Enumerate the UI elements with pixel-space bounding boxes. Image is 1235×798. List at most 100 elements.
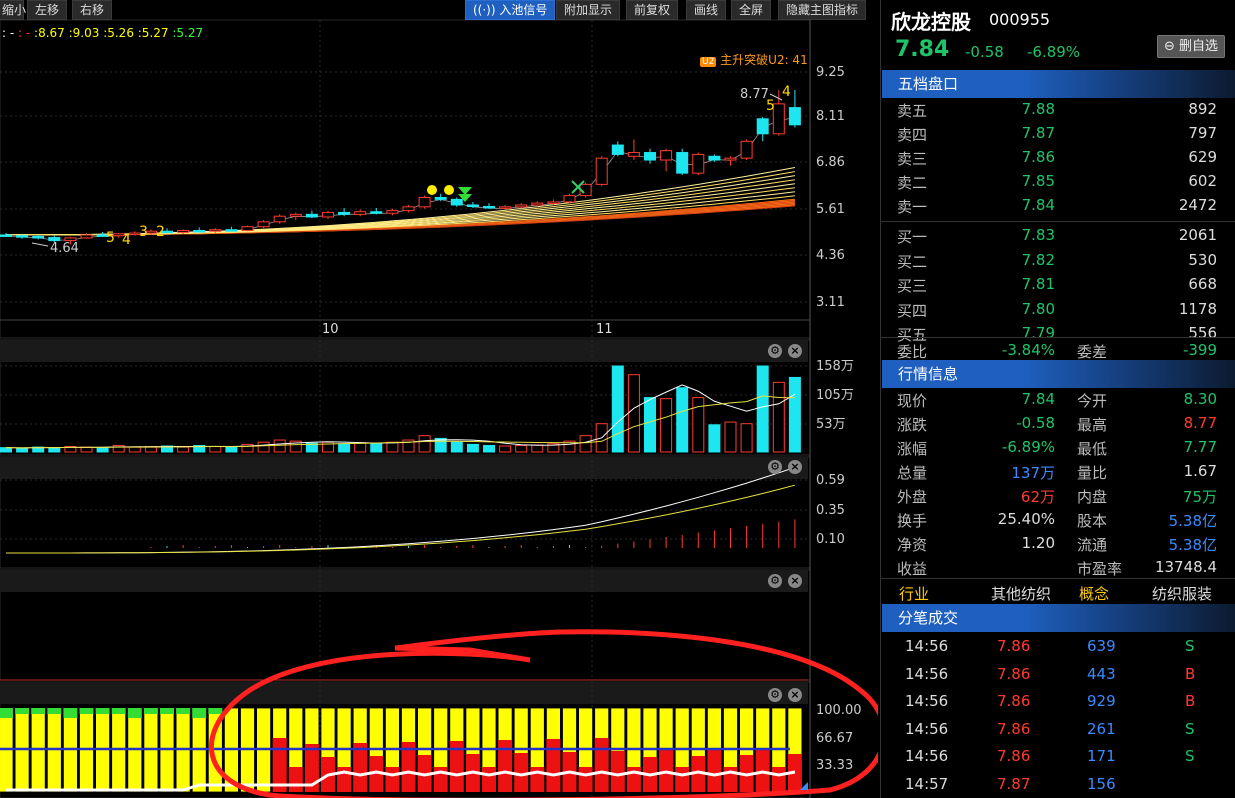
- sequence-number: 2: [156, 224, 165, 240]
- stock-app: { "toolbar":{ "left":["缩小","左移","右移"], "…: [0, 0, 1235, 798]
- candle: [32, 235, 45, 239]
- indicator-column-fill: [288, 767, 303, 792]
- quote-label: 最低: [1077, 440, 1108, 458]
- settings-icon[interactable]: ⚙: [768, 688, 782, 702]
- current-price: 7.84: [895, 37, 950, 62]
- ask-row: 卖五 7.88 892: [881, 98, 1235, 122]
- bid-row: 买三 7.81 668: [881, 273, 1235, 297]
- signal-dot-icon: [427, 185, 437, 195]
- move-left-button[interactable]: 左移: [27, 0, 68, 20]
- close-icon[interactable]: ×: [788, 574, 802, 588]
- indicator-column-top: [95, 708, 110, 714]
- low-price-label: 4.64: [50, 241, 79, 256]
- ask-row: 卖二 7.85 602: [881, 170, 1235, 194]
- ma-legend: : - : - :8.67 :9.03 :5.26 :5.27 :5.27: [2, 26, 203, 40]
- volume-bar: [708, 424, 721, 453]
- bid-row: 买二 7.82 530: [881, 249, 1235, 273]
- volume-bar: [96, 447, 109, 453]
- tick-time: 14:56: [905, 664, 949, 683]
- quote-value: 7.84: [1021, 390, 1055, 408]
- volume-bar: [273, 439, 286, 453]
- ma-legend-item: :8.67: [34, 26, 69, 40]
- concept-value[interactable]: 纺织服装: [1152, 583, 1212, 604]
- volume-bar: [660, 398, 673, 453]
- indicator-column-top: [0, 708, 13, 718]
- weicha-value: -399: [1182, 341, 1217, 359]
- tick-row: 14:56 7.86 639 S: [881, 635, 1235, 659]
- close-icon[interactable]: ×: [788, 688, 802, 702]
- tick-row: 14:56 7.86 443 B: [881, 663, 1235, 687]
- indicator-column-top: [31, 708, 46, 714]
- candle: [80, 234, 93, 239]
- quote-row: 涨跌 -0.58 最高 8.77: [881, 412, 1235, 436]
- candle: [563, 195, 576, 203]
- indicator-tick-label: 33.33: [816, 758, 853, 773]
- price-change: -0.58: [965, 43, 1004, 61]
- book-price: 7.85: [1021, 172, 1055, 190]
- quote-label: 最高: [1077, 416, 1108, 434]
- remove-watchlist-button[interactable]: ⊖ 删自选: [1157, 35, 1225, 58]
- draw-line-button[interactable]: 画线: [686, 0, 727, 20]
- price-tick-label: 9.25: [816, 65, 845, 80]
- tick-volume: 929: [1087, 692, 1116, 710]
- stock-name: 欣龙控股: [891, 10, 971, 34]
- tick-row: 14:57 7.87 156: [881, 773, 1235, 797]
- indicator-column-top: [79, 708, 94, 714]
- book-label: 卖五: [897, 102, 928, 120]
- quote-panel: 欣龙控股 000955 7.84 -0.58 -6.89% ⊖ 删自选 五档盘口…: [880, 0, 1235, 798]
- indicator-tick-label: 0.59: [816, 473, 845, 488]
- quote-row: 外盘 62万 内盘 75万: [881, 484, 1235, 508]
- candle: [338, 211, 351, 215]
- indicator-column-top: [15, 708, 30, 714]
- tick-volume: 171: [1087, 747, 1116, 765]
- volume-tick-label: 158万: [816, 359, 854, 374]
- candle: [531, 202, 544, 206]
- candle: [305, 213, 318, 218]
- close-icon[interactable]: ×: [788, 344, 802, 358]
- candle: [724, 157, 737, 161]
- settings-icon[interactable]: ⚙: [768, 344, 782, 358]
- quote-label: 量比: [1077, 464, 1108, 482]
- panel-title-bar: [0, 457, 808, 479]
- book-price: 7.81: [1021, 275, 1055, 293]
- quote-label: 换手: [897, 512, 928, 530]
- remove-watchlist-label: 删自选: [1179, 39, 1219, 54]
- close-icon[interactable]: ×: [788, 460, 802, 474]
- quote-label: 收益: [897, 560, 928, 578]
- quote-label: 总量: [897, 464, 928, 482]
- sequence-number: 5: [766, 98, 775, 114]
- book-label: 买四: [897, 301, 928, 320]
- forward-adjust-button[interactable]: 前复权: [626, 0, 679, 20]
- settings-icon[interactable]: ⚙: [768, 574, 782, 588]
- book-label: 买二: [897, 252, 928, 271]
- pool-signal-button[interactable]: ((·)) 入池信号: [465, 0, 556, 20]
- zoom-out-button[interactable]: 缩小: [0, 0, 26, 20]
- book-price: 7.83: [1021, 226, 1055, 244]
- volume-bar: [48, 447, 61, 453]
- fullscreen-button[interactable]: 全屏: [731, 0, 772, 20]
- industry-concept-row: 行业 其他纺织 概念 纺织服装: [881, 581, 1235, 605]
- volume-bar: [531, 444, 544, 453]
- chart-canvas[interactable]: 9.258.116.865.614.363.1110 114.648.775 4 3 2…: [0, 0, 878, 798]
- industry-value[interactable]: 其他纺织: [991, 583, 1051, 604]
- move-right-button[interactable]: 右移: [72, 0, 113, 20]
- indicator-tick-label: 100.00: [816, 703, 862, 718]
- volume-bar: [676, 387, 689, 453]
- volume-bar: [16, 447, 29, 453]
- candle: [273, 215, 286, 223]
- volume-bar: [466, 443, 479, 453]
- volume-bar: [788, 376, 801, 453]
- settings-icon[interactable]: ⚙: [768, 460, 782, 474]
- candle: [322, 211, 334, 218]
- book-label: 卖二: [897, 174, 928, 192]
- volume-bar: [499, 445, 512, 453]
- signal-icon: ((·)): [473, 3, 500, 17]
- hide-indicator-button[interactable]: 隐藏主图指标: [778, 0, 867, 20]
- quote-value: -6.89%: [1001, 438, 1055, 456]
- tick-price: 7.87: [997, 774, 1031, 793]
- extra-display-button[interactable]: 附加显示: [556, 0, 621, 20]
- panel-title-bar: [0, 570, 808, 592]
- volume-bar: [257, 441, 270, 453]
- book-label: 卖三: [897, 150, 928, 168]
- tick-volume: 261: [1087, 719, 1116, 738]
